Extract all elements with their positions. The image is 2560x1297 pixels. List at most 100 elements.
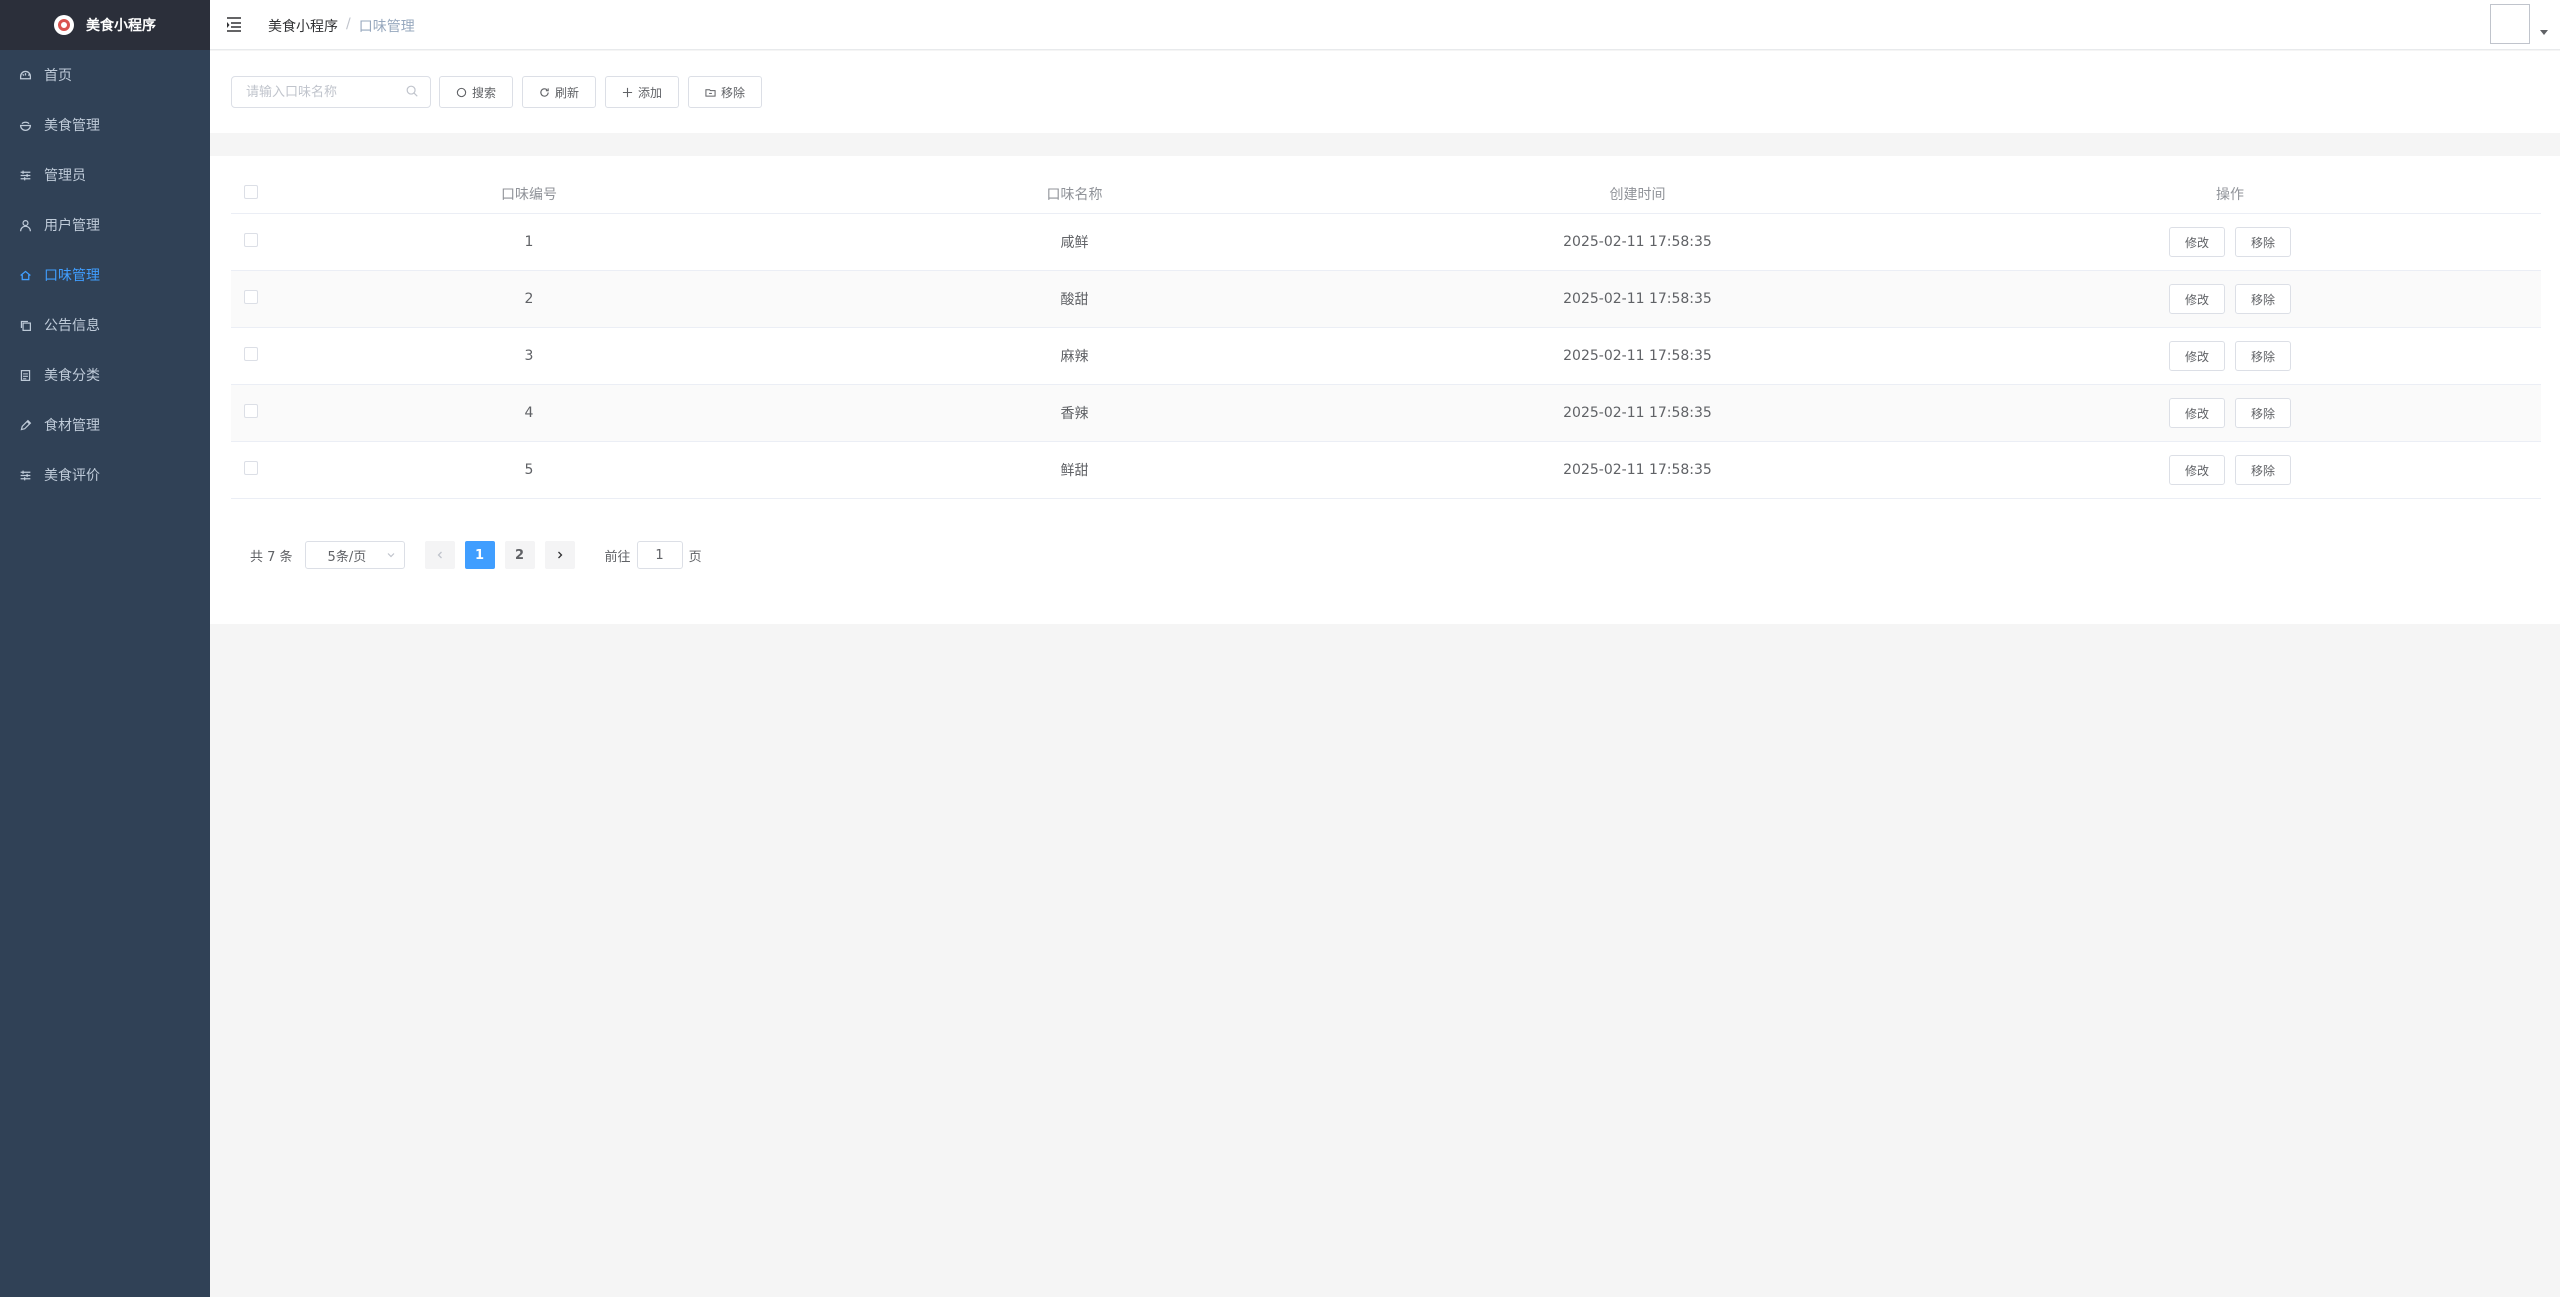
breadcrumb-separator: / <box>346 16 351 32</box>
sidebar-item-notice[interactable]: 公告信息 <box>0 300 210 350</box>
edit-icon <box>18 418 32 432</box>
flavor-search-input[interactable] <box>231 76 431 108</box>
edit-button[interactable]: 修改 <box>2168 284 2225 314</box>
search-icon <box>406 85 418 97</box>
row-checkbox[interactable] <box>244 461 258 475</box>
cell-name: 鲜甜 <box>1060 463 1089 479</box>
delete-button[interactable]: 移除 <box>2235 455 2292 485</box>
top-navbar: 美食小程序 / 口味管理 <box>210 0 2560 50</box>
column-header-id: 口味编号 <box>501 186 557 203</box>
plus-icon <box>622 87 633 97</box>
logo-icon <box>54 15 74 35</box>
row-checkbox[interactable] <box>244 404 258 418</box>
document-icon <box>18 368 32 382</box>
sidebar-item-food[interactable]: 美食管理 <box>0 100 210 150</box>
row-checkbox[interactable] <box>244 290 258 304</box>
app-title: 美食小程序 <box>86 18 156 34</box>
chevron-right-icon <box>557 551 562 559</box>
folder-remove-icon <box>705 88 716 97</box>
jump-page-input[interactable] <box>636 541 683 569</box>
refresh-button[interactable]: 刷新 <box>522 76 596 108</box>
cell-id: 5 <box>524 462 534 478</box>
sidebar-item-label: 管理员 <box>44 168 86 184</box>
table-row: 5 鲜甜 2025-02-11 17:58:35 修改 移除 <box>231 442 2541 499</box>
sidebar-item-label: 美食管理 <box>44 118 100 134</box>
breadcrumb-root[interactable]: 美食小程序 <box>268 16 338 36</box>
edit-button[interactable]: 修改 <box>2168 341 2225 371</box>
page-size-value: 5条/页 <box>327 549 367 565</box>
delete-button[interactable]: 移除 <box>2235 284 2292 314</box>
cell-id: 4 <box>524 405 534 421</box>
sidebar-menu: 首页 美食管理 管理员 用户管理 口味管理 公告信息 美食分类 食材管理 美食评… <box>0 50 210 500</box>
sidebar-item-review[interactable]: 美食评价 <box>0 450 210 500</box>
cell-time: 2025-02-11 17:58:35 <box>1563 462 1712 478</box>
breadcrumb-current: 口味管理 <box>358 19 415 35</box>
cell-time: 2025-02-11 17:58:35 <box>1563 234 1712 250</box>
caret-down-icon[interactable] <box>2540 30 2548 35</box>
page-jumper: 前往 页 <box>605 541 702 569</box>
sidebar-item-label: 食材管理 <box>44 418 100 434</box>
sidebar-item-users[interactable]: 用户管理 <box>0 200 210 250</box>
search-panel: 搜索 刷新 添加 移除 <box>210 51 2560 133</box>
page-button-2[interactable]: 2 <box>504 541 535 569</box>
home-icon <box>18 268 32 282</box>
row-checkbox[interactable] <box>244 347 258 361</box>
sidebar-item-admin[interactable]: 管理员 <box>0 150 210 200</box>
cell-time: 2025-02-11 17:58:35 <box>1563 291 1712 307</box>
brand: 美食小程序 <box>0 0 210 50</box>
cell-name: 麻辣 <box>1060 349 1089 365</box>
cell-name: 咸鲜 <box>1060 235 1089 251</box>
delete-button[interactable]: 移除 <box>2235 398 2292 428</box>
column-header-name: 口味名称 <box>1046 186 1103 203</box>
cell-id: 3 <box>524 348 534 364</box>
sidebar-item-label: 美食分类 <box>44 368 100 384</box>
page-button-1[interactable]: 1 <box>464 541 495 569</box>
column-header-ops: 操作 <box>2216 186 2244 203</box>
avatar[interactable] <box>2490 4 2530 44</box>
jump-prefix: 前往 <box>604 549 631 565</box>
search-button[interactable]: 搜索 <box>439 76 513 108</box>
sliders-icon <box>18 468 32 482</box>
table-row: 3 麻辣 2025-02-11 17:58:35 修改 移除 <box>231 328 2541 385</box>
sidebar-item-flavor[interactable]: 口味管理 <box>0 250 210 300</box>
next-page-button[interactable] <box>544 541 575 569</box>
delete-button[interactable]: 移除 <box>2235 227 2292 257</box>
edit-button[interactable]: 修改 <box>2168 227 2225 257</box>
remove-button[interactable]: 移除 <box>688 76 762 108</box>
chevron-down-icon <box>387 553 394 558</box>
pagination: 共 7 条 5条/页 1 2 前往 页 <box>250 541 702 569</box>
table-row: 4 香辣 2025-02-11 17:58:35 修改 移除 <box>231 385 2541 442</box>
hamburger-icon[interactable] <box>225 14 245 34</box>
delete-button[interactable]: 移除 <box>2235 341 2292 371</box>
edit-button[interactable]: 修改 <box>2168 398 2225 428</box>
sidebar-item-category[interactable]: 美食分类 <box>0 350 210 400</box>
dashboard-icon <box>18 68 32 82</box>
add-button[interactable]: 添加 <box>605 76 679 108</box>
sidebar-item-label: 公告信息 <box>44 318 100 334</box>
food-icon <box>18 118 32 132</box>
sidebar-item-label: 首页 <box>44 68 72 84</box>
copy-icon <box>18 318 32 332</box>
refresh-button-label: 刷新 <box>554 85 579 100</box>
cell-time: 2025-02-11 17:58:35 <box>1563 405 1712 421</box>
sidebar-item-home[interactable]: 首页 <box>0 50 210 100</box>
sidebar-item-label: 美食评价 <box>44 468 100 484</box>
table-header: 口味编号 口味名称 创建时间 操作 <box>231 174 2541 214</box>
jump-suffix: 页 <box>688 549 702 565</box>
page-size-select[interactable]: 5条/页 <box>304 541 405 569</box>
table-row: 1 咸鲜 2025-02-11 17:58:35 修改 移除 <box>231 214 2541 271</box>
sidebar-item-ingredient[interactable]: 食材管理 <box>0 400 210 450</box>
table-panel: 口味编号 口味名称 创建时间 操作 1 咸鲜 2025-02-11 17:58:… <box>210 156 2560 624</box>
edit-button[interactable]: 修改 <box>2168 455 2225 485</box>
select-all-checkbox[interactable] <box>244 184 258 199</box>
search-icon <box>456 87 467 97</box>
row-checkbox[interactable] <box>244 233 258 247</box>
user-icon <box>18 218 32 232</box>
sidebar-item-label: 用户管理 <box>44 218 100 234</box>
cell-id: 1 <box>524 234 534 250</box>
search-button-label: 搜索 <box>471 85 496 100</box>
refresh-icon <box>540 87 549 97</box>
prev-page-button[interactable] <box>424 541 455 569</box>
breadcrumb: 美食小程序 / 口味管理 <box>268 16 415 36</box>
cell-name: 酸甜 <box>1060 292 1089 308</box>
